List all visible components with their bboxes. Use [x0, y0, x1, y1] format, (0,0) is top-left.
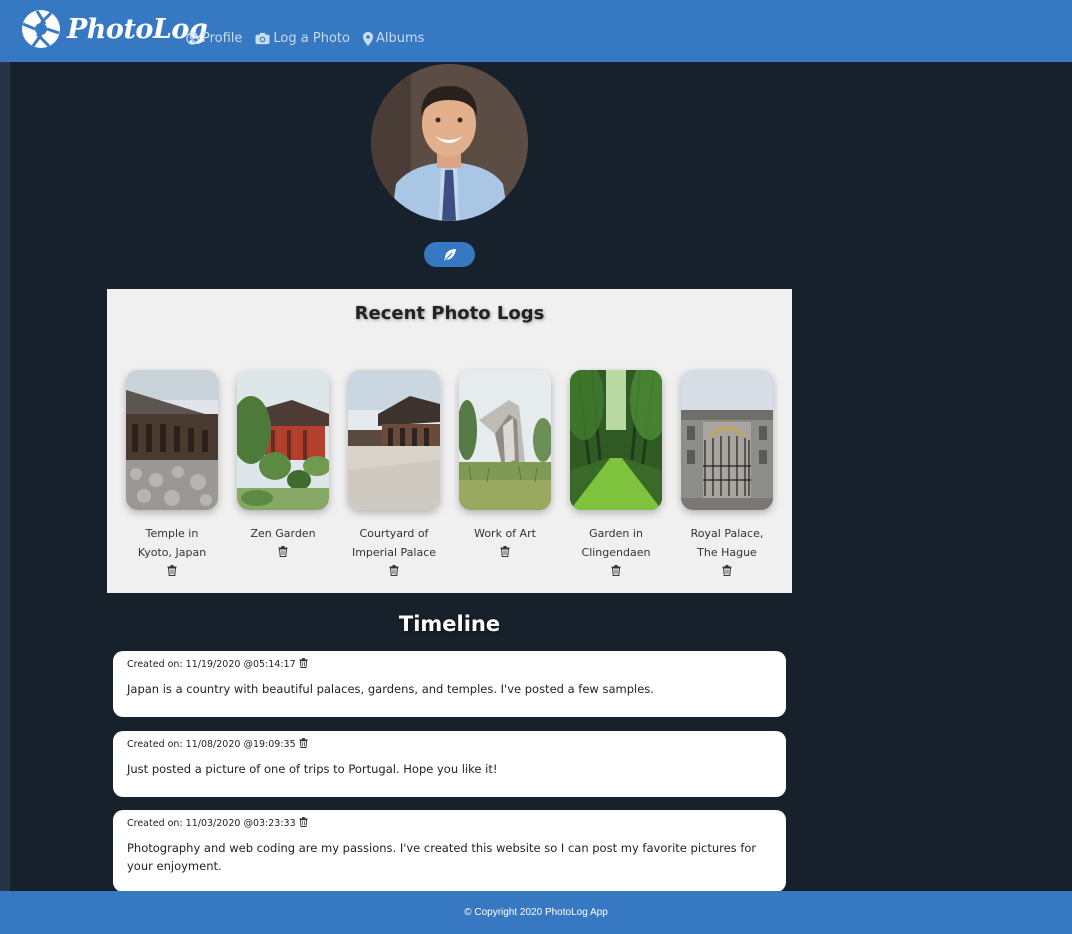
recent-logs-title: Recent Photo Logs — [354, 303, 545, 324]
post-body: Japan is a country with beautiful palace… — [127, 682, 654, 696]
trash-icon[interactable] — [299, 817, 308, 830]
photo-caption: Work of Art — [474, 527, 536, 540]
camera-icon — [255, 32, 270, 45]
aperture-icon — [22, 10, 60, 48]
photo-caption: Garden in Clingendaen — [581, 527, 651, 559]
user-circle-icon — [186, 32, 199, 45]
nav-log-photo-link[interactable]: Log a Photo — [255, 31, 350, 46]
photo-card[interactable]: Temple in Kyoto, Japan — [126, 370, 218, 582]
photo-caption: Zen Garden — [250, 527, 316, 540]
photo-card[interactable]: Work of Art — [459, 370, 551, 563]
photo-thumbnail[interactable] — [681, 370, 773, 510]
trash-icon[interactable] — [722, 563, 732, 582]
post-body: Photography and web coding are my passio… — [127, 841, 757, 873]
trash-icon[interactable] — [299, 658, 308, 671]
nav-albums-link[interactable]: Albums — [362, 31, 425, 46]
trash-icon[interactable] — [299, 738, 308, 751]
nav-albums-label: Albums — [375, 31, 425, 46]
nav-profile-link[interactable]: Profile — [186, 31, 242, 46]
top-navbar: PhotoLog Profile Log a Photo Albums — [0, 0, 1072, 62]
copyright-text: © Copyright 2020 PhotoLog App — [464, 907, 608, 918]
photo-thumbnail[interactable] — [348, 370, 440, 510]
recent-photo-logs-panel: Recent Photo Logs Temple in Kyoto, Japan — [107, 289, 792, 593]
photo-thumbnail[interactable] — [237, 370, 329, 510]
photo-caption: Courtyard of Imperial Palace — [351, 527, 437, 559]
photo-card[interactable]: Courtyard of Imperial Palace — [348, 370, 440, 582]
edit-profile-button[interactable] — [424, 242, 475, 267]
trash-icon[interactable] — [500, 544, 510, 563]
post-body: Just posted a picture of one of trips to… — [127, 762, 498, 776]
photo-thumbnail[interactable] — [570, 370, 662, 510]
photo-card[interactable]: Garden in Clingendaen — [570, 370, 662, 582]
trash-icon[interactable] — [611, 563, 621, 582]
post-timestamp: Created on: 11/08/2020 @19:09:35 — [127, 739, 296, 750]
timeline-post: Created on: 11/08/2020 @19:09:35 Just po… — [113, 731, 786, 797]
photo-card[interactable]: Royal Palace, The Hague — [681, 370, 773, 582]
page-footer: © Copyright 2020 PhotoLog App — [0, 891, 1072, 934]
trash-icon[interactable] — [278, 544, 288, 563]
photo-caption: Royal Palace, The Hague — [690, 527, 764, 559]
profile-avatar — [371, 64, 528, 221]
map-marker-icon — [362, 31, 373, 46]
timeline-post: Created on: 11/03/2020 @03:23:33 Photogr… — [113, 810, 786, 892]
nav-links: Profile Log a Photo Albums — [186, 31, 424, 46]
trash-icon[interactable] — [167, 563, 177, 582]
timeline-post: Created on: 11/19/2020 @05:14:17 Japan i… — [113, 651, 786, 717]
photo-card[interactable]: Zen Garden — [237, 370, 329, 563]
photo-caption: Temple in Kyoto, Japan — [137, 527, 207, 559]
brand-logo-link[interactable]: PhotoLog — [21, 9, 208, 49]
nav-profile-label: Profile — [202, 31, 243, 46]
page-left-edge — [0, 62, 10, 892]
post-timestamp: Created on: 11/03/2020 @03:23:33 — [127, 818, 296, 829]
trash-icon[interactable] — [389, 563, 399, 582]
post-timestamp: Created on: 11/19/2020 @05:14:17 — [127, 659, 296, 670]
timeline-title: Timeline — [398, 612, 501, 636]
photo-thumbnail[interactable] — [459, 370, 551, 510]
nav-log-photo-label: Log a Photo — [273, 31, 350, 46]
feather-icon — [443, 248, 456, 261]
photo-thumbnail[interactable] — [126, 370, 218, 510]
